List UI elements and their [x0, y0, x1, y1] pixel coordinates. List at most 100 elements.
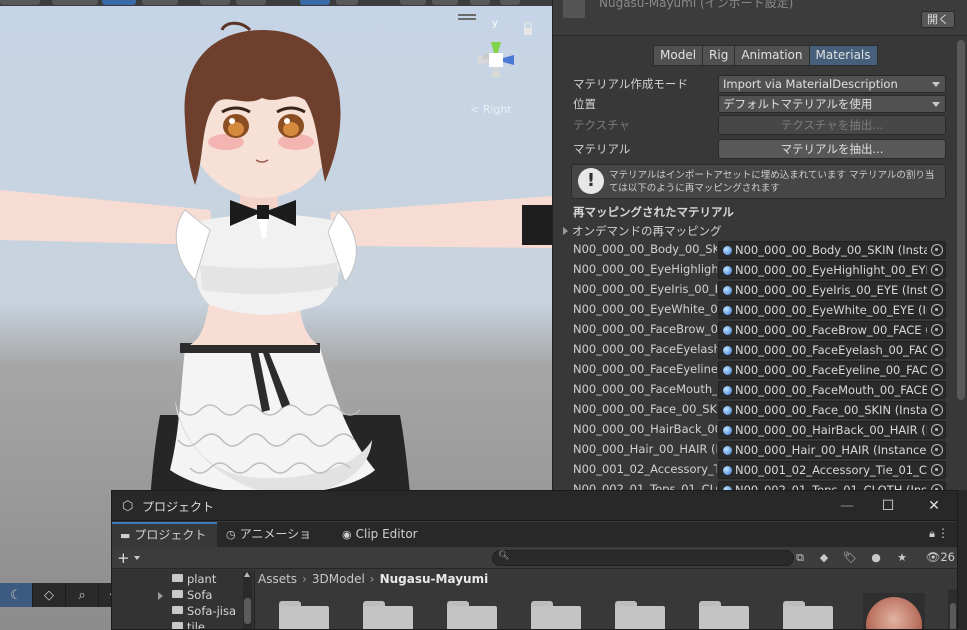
moon-icon[interactable]: ☾ — [0, 583, 33, 607]
material-sphere-icon — [723, 346, 732, 355]
breadcrumb-item[interactable]: Assets — [258, 572, 297, 586]
material-remap-row: N00_002_01_Tops_01_CLOTH N00_002_01_Tops_… — [553, 480, 953, 490]
object-picker-icon[interactable] — [931, 304, 943, 316]
material-sphere-icon — [723, 266, 732, 275]
remapped-material-list: N00_000_00_Body_00_SKIN N00_000_00_Body_0… — [553, 240, 953, 490]
location-row: 位置 デフォルトマテリアルを使用 — [573, 94, 946, 114]
folder-icon[interactable] — [783, 601, 833, 629]
object-picker-icon[interactable] — [931, 284, 943, 296]
material-object-field[interactable]: N00_000_00_Face_00_SKIN (Instance) — [718, 401, 946, 419]
object-picker-icon[interactable] — [931, 244, 943, 256]
folder-tree-item[interactable]: Sofa-jisa — [172, 604, 236, 620]
layers-icon[interactable]: ◇ — [33, 583, 66, 607]
open-button[interactable]: 開く — [921, 11, 955, 28]
object-picker-icon[interactable] — [931, 424, 943, 436]
search-input[interactable]: 🔍︎ — [492, 550, 794, 566]
close-icon[interactable]: ✕ — [924, 496, 944, 516]
folder-icon[interactable] — [447, 601, 497, 629]
material-object-field[interactable]: N00_001_02_Accessory_Tie_01_CLOTH (Insta… — [718, 461, 946, 479]
object-picker-icon[interactable] — [931, 404, 943, 416]
tab-animation[interactable]: Animation — [734, 45, 810, 66]
material-name: N00_000_00_EyeIris_00_EYE — [573, 282, 717, 296]
scroll-thumb[interactable] — [950, 603, 956, 629]
material-name: N00_000_00_FaceMouth_00_FACE — [573, 382, 717, 396]
remapped-materials-heading: 再マッピングされたマテリアル — [573, 205, 734, 219]
location-dropdown[interactable]: デフォルトマテリアルを使用 — [718, 95, 946, 113]
material-object-field[interactable]: N00_000_00_Body_00_SKIN (Instance) — [718, 241, 946, 259]
object-picker-icon[interactable] — [931, 364, 943, 376]
asset-thumbnail — [563, 0, 585, 18]
material-object-field[interactable]: N00_000_00_FaceEyelash_00_FACE (Instance… — [718, 341, 946, 359]
material-object-field[interactable]: N00_000_00_FaceBrow_00_FACE (Instance) — [718, 321, 946, 339]
material-name: N00_000_00_Face_00_SKIN — [573, 402, 717, 416]
inspector-header: Nugasu-Mayumi (インポート設定) 開く — [553, 0, 967, 36]
folder-icon[interactable] — [615, 601, 665, 629]
type-filter-icon[interactable]: ◆ — [814, 550, 834, 566]
folder-tree-item[interactable]: tile — [172, 620, 205, 629]
folder-tree-scrollbar[interactable] — [243, 572, 252, 629]
asset-grid-scrollbar[interactable] — [948, 589, 957, 629]
project-tab-2[interactable]: ◉ Clip Editor — [334, 522, 444, 547]
object-picker-icon[interactable] — [931, 444, 943, 456]
material-name: N00_000_00_HairBack_00_HAIR — [573, 422, 717, 436]
project-titlebar[interactable]: ⬡ プロジェクト — ☐ ✕ — [112, 491, 957, 521]
object-picker-icon[interactable] — [931, 384, 943, 396]
folder-tree-item[interactable]: plant — [172, 572, 216, 588]
project-tab-0[interactable]: ▬ プロジェクト — [112, 522, 217, 547]
on-demand-remap-foldout[interactable]: オンデマンドの再マッピング — [563, 223, 722, 239]
chevron-right-icon[interactable] — [158, 592, 163, 600]
minimize-icon[interactable]: — — [837, 496, 857, 516]
project-tab-1[interactable]: ◷アニメーション — [218, 522, 330, 566]
breadcrumb-item[interactable]: Nugasu-Mayumi — [380, 572, 489, 586]
extract-materials-button[interactable]: マテリアルを抽出... — [718, 139, 946, 159]
material-object-field[interactable]: N00_000_00_EyeHighlight_00_EYE (Instance… — [718, 261, 946, 279]
orientation-gizmo[interactable]: y — [458, 14, 538, 114]
folder-icon[interactable] — [699, 601, 749, 629]
kebab-menu-icon[interactable]: ⋮ — [937, 526, 949, 540]
material-remap-row: N00_000_00_FaceEyelash_00_FACE N00_000_00… — [553, 340, 953, 360]
material-object-field[interactable]: N00_000_00_FaceMouth_00_FACE (Instance) — [718, 381, 946, 399]
material-object-field[interactable]: N00_000_00_FaceEyeline_00_FACE (Instance… — [718, 361, 946, 379]
material-creation-mode-dropdown[interactable]: Import via MaterialDescription — [718, 75, 946, 93]
object-picker-icon[interactable] — [931, 264, 943, 276]
label-filter-icon[interactable]: 🏷︎ — [840, 550, 860, 566]
create-button[interactable]: + — [117, 549, 130, 567]
breadcrumb-item[interactable]: 3DModel — [312, 572, 365, 586]
material-sphere-icon — [723, 306, 732, 315]
object-picker-icon[interactable] — [931, 464, 943, 476]
zoom-icon[interactable]: ⌕ — [66, 583, 99, 607]
material-object-field[interactable]: N00_002_01_Tops_01_CLOTH (Instance) — [718, 481, 946, 490]
material-object-field[interactable]: N00_000_00_EyeWhite_00_EYE (Instance) — [718, 301, 946, 319]
extract-textures-button: テクスチャを抽出... — [718, 115, 946, 135]
hidden-packages-count[interactable]: 👁︎26 — [926, 550, 955, 564]
material-value: N00_000_00_FaceEyeline_00_FACE (Instance… — [735, 363, 927, 377]
chevron-down-icon[interactable] — [134, 556, 140, 560]
material-remap-row: N00_000_00_EyeHighlight_00_EYE N00_000_00… — [553, 260, 953, 280]
folder-tree-item[interactable]: Sofa — [158, 588, 212, 604]
search-filter-icon[interactable]: ⧉ — [790, 550, 810, 566]
warning-filter-icon[interactable]: ● — [866, 550, 886, 566]
material-object-field[interactable]: N00_000_00_EyeIris_00_EYE (Instance) — [718, 281, 946, 299]
folder-icon[interactable] — [363, 601, 413, 629]
folder-icon[interactable] — [531, 601, 581, 629]
tab-model[interactable]: Model — [653, 45, 704, 66]
favorite-star-icon[interactable]: ★ — [892, 550, 912, 566]
help-box: ! マテリアルはインポートアセットに埋め込まれています マテリアルの割り当ては以… — [571, 164, 946, 199]
object-picker-icon[interactable] — [931, 344, 943, 356]
scroll-thumb[interactable] — [244, 598, 251, 624]
right-edge-strip — [958, 490, 967, 630]
folder-icon[interactable] — [279, 601, 329, 629]
folder-icon — [172, 574, 183, 582]
object-picker-icon[interactable] — [931, 324, 943, 336]
material-object-field[interactable]: N00_000_Hair_00_HAIR (Instance) — [718, 441, 946, 459]
lock-icon[interactable]: 🔒︎ — [929, 527, 935, 541]
folder-icon: ▬ — [120, 529, 131, 542]
tab-rig[interactable]: Rig — [702, 45, 736, 66]
asset-preview-thumbnail[interactable] — [863, 593, 925, 629]
material-object-field[interactable]: N00_000_00_HairBack_00_HAIR (Instance) — [718, 421, 946, 439]
maximize-icon[interactable]: ☐ — [878, 496, 898, 516]
tab-materials[interactable]: Materials — [808, 45, 878, 66]
inspector-scrollbar[interactable] — [957, 40, 965, 400]
scroll-up-icon[interactable] — [244, 572, 250, 577]
material-remap-row: N00_001_02_Accessory_Tie_01_CLOTH N00_001… — [553, 460, 953, 480]
